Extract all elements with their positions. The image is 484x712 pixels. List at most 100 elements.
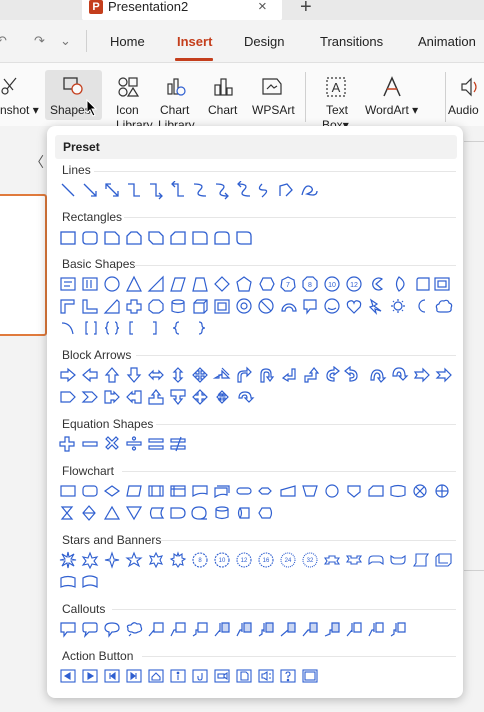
vertical-scroll-shape bbox=[412, 553, 430, 567]
menu-design[interactable]: Design bbox=[244, 34, 284, 49]
undo-icon[interactable]: ↶ bbox=[0, 33, 7, 49]
6-point-star-shape bbox=[148, 551, 164, 569]
5-point-star-shape bbox=[125, 551, 143, 568]
text-box-shape bbox=[60, 277, 76, 291]
callouts-row bbox=[60, 622, 406, 638]
divider bbox=[112, 609, 456, 610]
screenshot-label[interactable]: nshot ▾ bbox=[0, 103, 39, 117]
dodecagon-number: 12 bbox=[350, 282, 358, 289]
shapes-button[interactable]: Shapes bbox=[50, 103, 91, 117]
chart-library-label[interactable]: Chart bbox=[160, 103, 189, 117]
divider bbox=[156, 424, 456, 425]
down-ribbon-shape bbox=[345, 555, 363, 565]
triangle-shape bbox=[126, 275, 142, 292]
divider bbox=[94, 171, 456, 172]
snip-same-side-rectangle-shape bbox=[126, 231, 142, 245]
elbow-connector-shape bbox=[128, 183, 140, 197]
folded-corner-shape bbox=[303, 299, 317, 315]
callout-no-border-2-shape bbox=[302, 622, 318, 637]
star-12-label: 12 bbox=[241, 558, 248, 564]
down-arrow-callout-shape bbox=[170, 389, 186, 405]
chevron-down-icon[interactable]: ⌄ bbox=[60, 33, 71, 49]
flowchart-card-shape bbox=[368, 485, 384, 497]
callout-no-border-1-shape bbox=[280, 622, 296, 637]
division-shape bbox=[126, 436, 142, 451]
action-beginning-button-shape bbox=[104, 669, 120, 683]
close-icon[interactable]: × bbox=[258, 0, 267, 15]
divider bbox=[134, 265, 456, 266]
left-bracket-shape bbox=[129, 321, 133, 335]
wordart-button[interactable]: WordArt ▾ bbox=[365, 103, 418, 117]
action-buttons-row bbox=[60, 669, 318, 683]
scribble-shape bbox=[301, 185, 318, 196]
equation-shapes-row bbox=[59, 436, 186, 452]
curved-right-arrow-shape bbox=[326, 366, 340, 382]
plus-icon[interactable]: + bbox=[300, 0, 312, 19]
wpsart-icon bbox=[262, 78, 282, 95]
double-bracket-shape bbox=[85, 321, 97, 335]
left-arrow-callout-shape bbox=[126, 390, 142, 404]
hexagon-shape bbox=[259, 277, 275, 291]
text-box-label[interactable]: Text bbox=[326, 103, 348, 117]
slide-thumbnail[interactable] bbox=[0, 194, 47, 336]
diagonal-stripe-shape bbox=[103, 299, 120, 314]
cloud-callout-shape bbox=[126, 622, 143, 637]
arrow-line-shape bbox=[83, 183, 97, 197]
action-custom-button-shape bbox=[302, 669, 318, 683]
menu-insert[interactable]: Insert bbox=[177, 34, 212, 49]
callout-no-border-3-shape bbox=[324, 622, 340, 637]
heart-shape bbox=[346, 300, 362, 314]
flowchart-preparation-shape bbox=[258, 487, 272, 495]
oval-callout-shape bbox=[104, 622, 120, 638]
menu-animation[interactable]: Animation bbox=[418, 34, 476, 49]
category-flowchart: Flowchart bbox=[62, 464, 115, 478]
menu-transitions[interactable]: Transitions bbox=[320, 34, 383, 49]
action-forward-button-shape bbox=[82, 669, 98, 683]
block-arc-shape bbox=[281, 303, 297, 312]
curve-shape bbox=[258, 183, 268, 198]
redo-icon[interactable]: ↷ bbox=[34, 33, 45, 49]
donut-shape bbox=[236, 298, 252, 314]
minus-shape bbox=[82, 441, 98, 447]
octagon-number: 8 bbox=[308, 282, 312, 289]
accent-border-callout-3-shape bbox=[390, 622, 406, 637]
audio-button[interactable]: Audio bbox=[448, 103, 479, 117]
icon-library-label[interactable]: Icon bbox=[116, 103, 139, 117]
category-lines: Lines bbox=[62, 163, 91, 177]
can-shape bbox=[171, 299, 185, 314]
action-sound-button-shape bbox=[258, 669, 274, 683]
multiply-shape bbox=[105, 436, 119, 450]
icon-library-label-2: Library bbox=[116, 118, 153, 126]
menu-home[interactable]: Home bbox=[110, 34, 145, 49]
chevron-left-icon[interactable]: 〈 bbox=[30, 152, 44, 172]
icon-library-icon bbox=[118, 77, 139, 97]
divider bbox=[86, 30, 87, 52]
elbow-double-arrow-shape bbox=[171, 181, 184, 197]
line-callout-2-shape bbox=[170, 622, 186, 637]
accent-border-callout-2-shape bbox=[368, 622, 384, 637]
flowchart-sort-shape bbox=[82, 505, 96, 521]
divider bbox=[122, 471, 456, 472]
decagon-number: 10 bbox=[328, 282, 336, 289]
oval-shape bbox=[104, 276, 120, 292]
divider bbox=[464, 570, 484, 571]
rectangles-row bbox=[60, 231, 252, 245]
action-end-button-shape bbox=[126, 669, 142, 683]
rectangular-callout-shape bbox=[60, 622, 76, 638]
elbow-arrow-shape bbox=[150, 183, 163, 200]
up-arrow-callout-shape bbox=[148, 389, 164, 405]
round-diagonal-rectangle-shape bbox=[236, 231, 252, 245]
round-corner-rectangle-shape bbox=[192, 231, 208, 245]
wpsart-button[interactable]: WPSArt bbox=[252, 103, 295, 117]
line-shape bbox=[61, 183, 75, 197]
flowchart-punched-tape-shape bbox=[390, 484, 406, 498]
sun-shape bbox=[391, 299, 405, 313]
flowchart-or-shape bbox=[435, 484, 449, 498]
chart-button[interactable]: Chart bbox=[208, 103, 237, 117]
stars-banners-row-1: 8 10 12 16 24 32 bbox=[59, 551, 452, 570]
app-logo-icon: P bbox=[89, 0, 103, 14]
speaker-icon bbox=[461, 77, 477, 97]
round-same-side-rectangle-shape bbox=[214, 231, 230, 245]
up-ribbon-shape bbox=[323, 555, 341, 565]
teardrop-shape bbox=[416, 277, 430, 291]
